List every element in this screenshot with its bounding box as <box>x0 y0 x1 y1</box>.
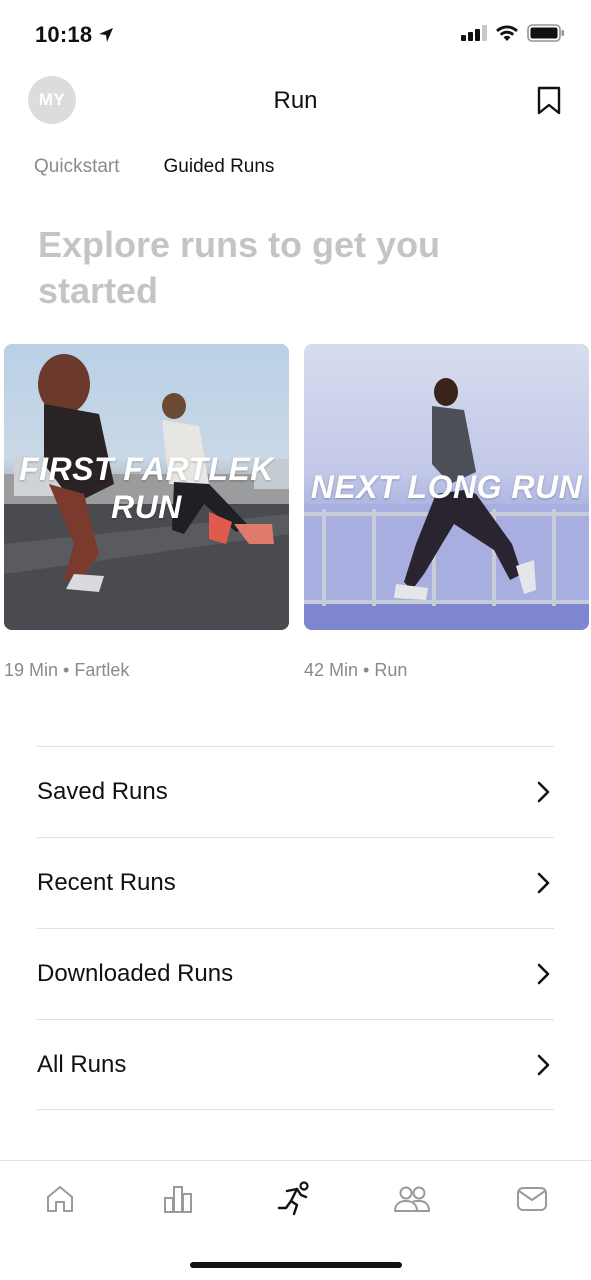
bookmark-icon <box>537 86 561 114</box>
nav-club[interactable] <box>392 1181 432 1217</box>
chevron-right-icon <box>534 1054 552 1076</box>
location-arrow-icon <box>99 28 114 42</box>
nav-home[interactable] <box>40 1181 80 1217</box>
runner-icon <box>277 1181 309 1216</box>
menu-item-label: Downloaded Runs <box>37 960 234 987</box>
tab-quickstart[interactable]: Quickstart <box>34 156 120 178</box>
menu-item-downloaded-runs[interactable]: Downloaded Runs <box>37 928 554 1019</box>
guided-run-card-next-long-run[interactable]: NEXT LONG RUN <box>304 344 589 630</box>
card-title: FIRST FARTLEK RUN <box>4 450 289 526</box>
page-title: Run <box>273 87 318 114</box>
menu-item-label: Recent Runs <box>37 869 176 896</box>
activity-bar-chart-icon <box>164 1186 192 1213</box>
guided-run-carousel[interactable]: FIRST FARTLEK RUN NEXT LONG RUN <box>4 344 591 630</box>
menu-item-recent-runs[interactable]: Recent Runs <box>37 837 554 928</box>
card-title-line-1: FIRST FARTLEK <box>19 451 274 487</box>
home-indicator[interactable] <box>190 1262 402 1268</box>
status-indicators <box>461 24 565 42</box>
wifi-icon <box>496 25 518 41</box>
chevron-right-icon <box>534 781 552 803</box>
inbox-icon <box>517 1187 547 1211</box>
chevron-right-icon <box>534 872 552 894</box>
menu-item-label: Saved Runs <box>37 778 168 805</box>
card-meta-next-long-run: 42 Min • Run <box>304 660 408 680</box>
card-title: NEXT LONG RUN <box>310 469 583 505</box>
card-meta-first-fartlek: 19 Min • Fartlek <box>4 660 130 680</box>
nav-inbox[interactable] <box>512 1181 552 1217</box>
menu-item-all-runs[interactable]: All Runs <box>37 1019 554 1110</box>
header: MY Run <box>0 72 591 128</box>
club-people-icon <box>394 1186 430 1212</box>
guided-run-card-first-fartlek[interactable]: FIRST FARTLEK RUN <box>4 344 289 630</box>
nav-run[interactable] <box>274 1181 314 1217</box>
chevron-right-icon <box>534 963 552 985</box>
tab-guided-runs[interactable]: Guided Runs <box>164 156 275 178</box>
section-headline: Explore runs to get you started <box>38 224 441 311</box>
nav-activity[interactable] <box>158 1181 198 1217</box>
cellular-signal-icon <box>461 25 487 41</box>
status-time-text: 10:18 <box>35 22 93 47</box>
menu-item-saved-runs[interactable]: Saved Runs <box>37 746 554 837</box>
card-title-line-2: RUN <box>111 489 182 525</box>
battery-icon <box>527 24 564 42</box>
runs-menu-list: Saved Runs Recent Runs Downloaded Runs A… <box>37 746 554 1110</box>
bookmark-button[interactable] <box>535 84 563 116</box>
tab-bar: Quickstart Guided Runs <box>34 156 274 178</box>
status-bar: 10:18 <box>0 0 591 64</box>
home-icon <box>47 1186 73 1212</box>
menu-item-label: All Runs <box>37 1050 127 1078</box>
status-time: 10:18 <box>35 22 114 48</box>
